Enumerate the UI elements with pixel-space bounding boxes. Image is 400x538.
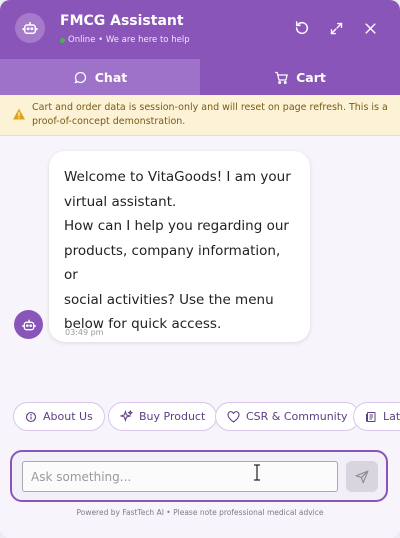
tab-chat-label: Chat (94, 69, 128, 85)
message-text: Welcome to VitaGoods! I am your virtual … (64, 169, 291, 332)
csr-community-chip[interactable]: CSR & Community (215, 402, 360, 431)
expand-icon (330, 22, 342, 34)
warning-icon (13, 108, 25, 120)
footer-disclaimer: Powered by FastTech AI • Please note pro… (76, 508, 324, 517)
message-list: Welcome to VitaGoods! I am your virtual … (0, 136, 400, 396)
online-status-dot (60, 37, 65, 43)
bot-icon (21, 319, 36, 330)
chat-header: FMCG Assistant Online • We are here to h… (0, 0, 400, 59)
about-us-label: About Us (43, 410, 93, 423)
sparkle-icon (120, 410, 133, 423)
refresh-button[interactable] (292, 18, 312, 38)
close-icon (364, 22, 376, 34)
send-icon (355, 470, 369, 483)
tab-cart-label: Cart (296, 69, 326, 85)
news-icon (366, 411, 376, 422)
quick-actions: About Us Buy Product CSR & Community Lat… (13, 402, 400, 432)
close-button[interactable] (360, 18, 380, 38)
tab-cart[interactable]: Cart (200, 59, 400, 95)
session-notice: Cart and order data is session-only and … (0, 95, 400, 136)
buy-product-label: Buy Product (139, 410, 206, 423)
tab-bar: Chat Cart (0, 59, 400, 95)
bot-message-bubble: Welcome to VitaGoods! I am your virtual … (49, 151, 310, 342)
message-input[interactable] (22, 461, 338, 492)
latest-news-label: Late (383, 410, 400, 423)
latest-news-chip[interactable]: Late (353, 402, 400, 431)
refresh-icon (295, 21, 309, 35)
text-cursor-icon (254, 464, 260, 481)
buy-product-chip[interactable]: Buy Product (108, 402, 218, 431)
info-icon (25, 411, 37, 422)
cart-icon (275, 71, 289, 84)
notice-text: Cart and order data is session-only and … (32, 102, 388, 127)
message-composer (10, 450, 388, 502)
chat-bubble-icon (74, 71, 86, 84)
expand-button[interactable] (326, 18, 346, 38)
bot-avatar (14, 310, 43, 339)
heart-icon (227, 410, 240, 423)
assistant-title: FMCG Assistant (60, 13, 184, 29)
message-timestamp: 03:49 pm (65, 328, 104, 337)
csr-community-label: CSR & Community (246, 410, 348, 423)
bot-icon (15, 13, 45, 43)
chat-widget: FMCG Assistant Online • We are here to h… (0, 0, 400, 538)
send-button[interactable] (346, 461, 378, 492)
about-us-chip[interactable]: About Us (13, 402, 105, 431)
assistant-status: Online • We are here to help (60, 35, 190, 45)
tab-chat[interactable]: Chat (0, 59, 200, 95)
status-text: Online • We are here to help (68, 35, 190, 45)
